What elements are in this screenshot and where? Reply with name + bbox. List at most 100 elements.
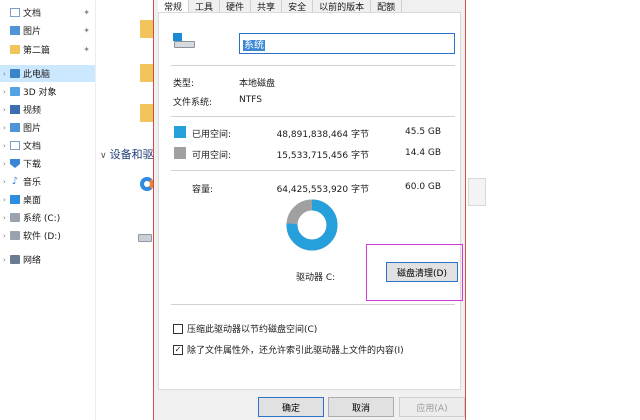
pictures-icon (10, 123, 20, 132)
folder-icon[interactable] (140, 64, 154, 82)
nav-item-label: 下载 (23, 160, 42, 170)
general-tab-panel: 系统 类型: 本地磁盘 文件系统: NTFS 已用空间: 48,891,838,… (158, 12, 463, 390)
3d-objects-icon (10, 87, 20, 96)
nav-item-label: 音乐 (23, 178, 42, 188)
nav-item[interactable]: › 3D 对象 (0, 83, 95, 100)
nav-item[interactable]: › 视频 (0, 101, 95, 118)
nav-item-label: 文档 (23, 9, 42, 19)
nav-item-label: 文档 (23, 142, 42, 152)
expand-arrow-icon[interactable]: › (3, 196, 10, 204)
free-space-swatch (174, 147, 186, 159)
nav-item[interactable]: › 图片 (0, 119, 95, 136)
nav-item[interactable]: › 下载 (0, 155, 95, 172)
drive-icon (173, 33, 195, 49)
nav-item[interactable]: › ♪ 音乐 (0, 173, 95, 190)
nav-item[interactable]: 图片 ✦ (0, 22, 95, 39)
nav-item-label: 3D 对象 (23, 88, 57, 98)
download-icon (10, 159, 20, 168)
expand-arrow-icon[interactable]: › (3, 70, 10, 78)
filesystem-value: NTFS (239, 95, 262, 105)
drive-icon[interactable] (138, 234, 152, 242)
free-space-bytes: 15,533,715,456 字节 (276, 151, 369, 161)
pictures-icon (10, 26, 20, 35)
pin-icon: ✦ (83, 8, 90, 17)
used-space-label: 已用空间: (192, 130, 232, 140)
nav-item[interactable]: › 网络 (0, 251, 95, 268)
ok-button[interactable]: 确定 (258, 397, 324, 417)
drive-icon (10, 213, 20, 222)
type-value: 本地磁盘 (239, 79, 276, 89)
nav-item[interactable]: › 桌面 (0, 191, 95, 208)
background-panel (468, 178, 486, 206)
expand-arrow-icon[interactable]: › (3, 142, 10, 150)
expand-arrow-icon[interactable]: › (3, 256, 10, 264)
devices-section-header[interactable]: ∨设备和驱动器 (100, 146, 156, 162)
expand-arrow-icon[interactable]: › (3, 106, 10, 114)
expand-arrow-icon[interactable]: › (3, 214, 10, 222)
pin-icon: ✦ (83, 26, 90, 35)
folder-icon (10, 45, 20, 54)
network-icon (10, 255, 20, 264)
compress-option[interactable]: 压缩此驱动器以节约磁盘空间(C) (173, 322, 317, 335)
type-label: 类型: (173, 79, 195, 89)
folder-icon[interactable] (140, 104, 154, 122)
chevron-down-icon: ∨ (100, 151, 107, 161)
drive-icon (10, 231, 20, 240)
nav-item[interactable]: › 系统 (C:) (0, 209, 95, 226)
divider (171, 116, 455, 117)
expand-arrow-icon[interactable]: › (3, 88, 10, 96)
used-space-swatch (174, 126, 186, 138)
nav-item-label: 此电脑 (23, 70, 51, 80)
nav-item[interactable]: 文档 ✦ (0, 4, 95, 21)
divider (171, 65, 455, 66)
free-space-size: 14.4 GB (405, 148, 442, 158)
nav-item[interactable]: › 软件 (D:) (0, 227, 95, 244)
computer-icon (10, 69, 20, 78)
music-icon: ♪ (11, 176, 19, 187)
disk-cleanup-button[interactable]: 磁盘清理(D) (386, 262, 458, 282)
expand-arrow-icon[interactable]: › (3, 178, 10, 186)
index-label: 除了文件属性外，还允许索引此驱动器上文件的内容(I) (187, 346, 404, 356)
cancel-button[interactable]: 取消 (328, 397, 394, 417)
divider (171, 304, 455, 305)
pin-icon: ✦ (83, 45, 90, 54)
expand-arrow-icon[interactable]: › (3, 124, 10, 132)
compress-checkbox[interactable] (173, 323, 183, 334)
nav-item-label: 视频 (23, 106, 42, 116)
nav-item-label: 网络 (23, 256, 42, 266)
used-space-bytes: 48,891,838,464 字节 (276, 130, 369, 140)
filesystem-label: 文件系统: (173, 98, 213, 108)
nav-item[interactable]: › 文档 (0, 137, 95, 154)
nav-item-label: 系统 (C:) (23, 214, 61, 224)
capacity-bytes: 64,425,553,920 字节 (276, 185, 369, 195)
usage-donut-chart (286, 199, 338, 251)
compress-label: 压缩此驱动器以节约磁盘空间(C) (187, 325, 318, 335)
drive-name-input[interactable]: 系统 (239, 33, 455, 54)
expand-arrow-icon[interactable]: › (3, 160, 10, 168)
doc-icon (10, 141, 20, 150)
nav-item-label: 图片 (23, 124, 42, 134)
nav-item-label: 软件 (D:) (23, 232, 61, 242)
drive-letter-label: 驱动器 C: (296, 273, 336, 283)
videos-icon (10, 105, 20, 114)
nav-item-label: 桌面 (23, 196, 42, 206)
capacity-size: 60.0 GB (405, 182, 442, 192)
free-space-label: 可用空间: (192, 151, 232, 161)
navigation-pane: 文档 ✦ 图片 ✦ 第二篇 ✦ › 此电脑 › 3D 对象 › 视频 › 图片 › 文档 › 下载 › ♪ 音乐 › 桌面 ›… (0, 0, 96, 420)
nav-item-label: 第二篇 (23, 46, 51, 56)
divider (171, 170, 455, 171)
drive-icon[interactable] (140, 177, 154, 191)
apply-button[interactable]: 应用(A) (399, 397, 465, 417)
used-space-size: 45.5 GB (405, 127, 442, 137)
properties-dialog: 常规 工具 硬件 共享 安全 以前的版本 配额 系统 类型: 本地磁盘 文件系统: NTFS… (153, 0, 466, 420)
nav-item[interactable]: 第二篇 ✦ (0, 41, 95, 58)
index-option[interactable]: ✓ 除了文件属性外，还允许索引此驱动器上文件的内容(I) (173, 343, 404, 356)
index-checkbox[interactable]: ✓ (173, 344, 183, 355)
folder-icon[interactable] (140, 20, 154, 38)
desktop-icon (10, 195, 20, 204)
nav-item-label: 图片 (23, 27, 42, 37)
nav-item[interactable]: › 此电脑 (0, 65, 95, 82)
doc-icon (10, 8, 20, 17)
expand-arrow-icon[interactable]: › (3, 232, 10, 240)
capacity-label: 容量: (192, 185, 214, 195)
